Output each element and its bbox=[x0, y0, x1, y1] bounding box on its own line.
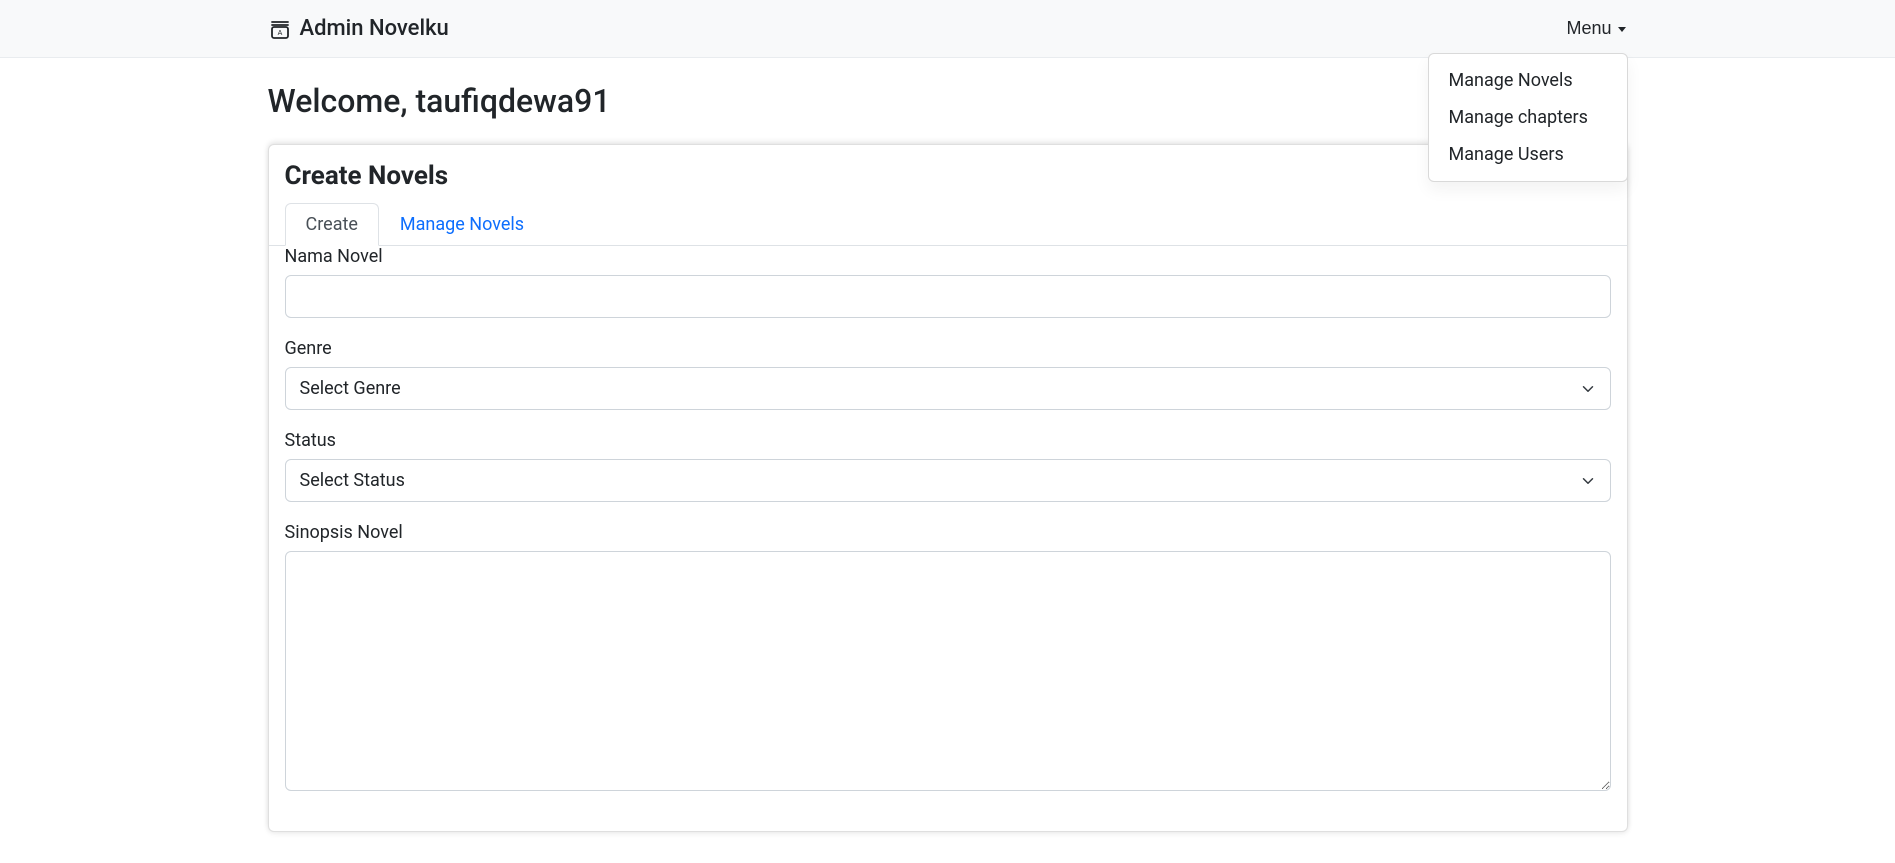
menu-toggle-button[interactable]: Menu bbox=[1564, 12, 1627, 45]
book-icon: A bbox=[268, 17, 292, 41]
caret-down-icon bbox=[1618, 27, 1626, 32]
sinopsis-label: Sinopsis Novel bbox=[285, 522, 1611, 543]
form-group-status: Status Select Status bbox=[285, 430, 1611, 502]
form-body: Nama Novel Genre Select Genre Status Sel… bbox=[269, 246, 1627, 831]
dropdown-item-manage-novels[interactable]: Manage Novels bbox=[1429, 62, 1627, 99]
status-label: Status bbox=[285, 430, 1611, 451]
nav-tabs: Create Manage Novels bbox=[269, 203, 1627, 246]
form-group-genre: Genre Select Genre bbox=[285, 338, 1611, 410]
card-title: Create Novels bbox=[269, 145, 1627, 203]
svg-text:A: A bbox=[277, 30, 282, 37]
tab-create[interactable]: Create bbox=[285, 203, 379, 246]
menu-label: Menu bbox=[1566, 18, 1611, 39]
sinopsis-textarea[interactable] bbox=[285, 551, 1611, 791]
brand-text: Admin Novelku bbox=[300, 16, 449, 41]
navbar-inner: A Admin Novelku Menu Manage Novels Manag… bbox=[128, 12, 1768, 45]
welcome-heading: Welcome, taufiqdewa91 bbox=[268, 82, 1628, 120]
brand-link[interactable]: A Admin Novelku bbox=[268, 16, 449, 41]
nama-input[interactable] bbox=[285, 275, 1611, 318]
genre-label: Genre bbox=[285, 338, 1611, 359]
genre-select[interactable]: Select Genre bbox=[285, 367, 1611, 410]
dropdown-menu: Manage Novels Manage chapters Manage Use… bbox=[1428, 53, 1628, 182]
status-select[interactable]: Select Status bbox=[285, 459, 1611, 502]
nama-label: Nama Novel bbox=[285, 246, 1611, 267]
dropdown-item-manage-users[interactable]: Manage Users bbox=[1429, 136, 1627, 173]
form-group-nama: Nama Novel bbox=[285, 246, 1611, 318]
navbar: A Admin Novelku Menu Manage Novels Manag… bbox=[0, 0, 1895, 58]
form-group-sinopsis: Sinopsis Novel bbox=[285, 522, 1611, 795]
tab-manage-novels[interactable]: Manage Novels bbox=[379, 203, 545, 246]
dropdown-item-manage-chapters[interactable]: Manage chapters bbox=[1429, 99, 1627, 136]
create-novels-card: Create Novels Create Manage Novels Nama … bbox=[268, 144, 1628, 832]
menu-wrapper: Menu Manage Novels Manage chapters Manag… bbox=[1564, 12, 1627, 45]
